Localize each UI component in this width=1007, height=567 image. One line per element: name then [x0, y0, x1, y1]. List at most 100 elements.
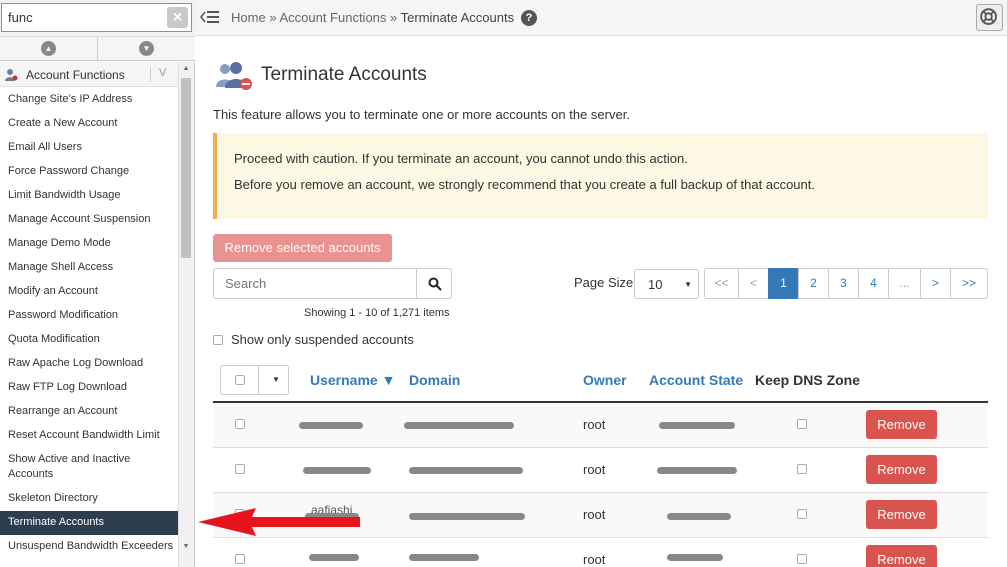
pagination-prev[interactable]: < — [738, 268, 769, 299]
sidebar-item-shell-access[interactable]: Manage Shell Access — [0, 256, 178, 280]
page-description: This feature allows you to terminate one… — [213, 107, 630, 122]
column-keep-dns: Keep DNS Zone — [755, 372, 861, 388]
collapse-up-icon[interactable]: ▲ — [41, 41, 56, 56]
row-owner: root — [583, 507, 606, 522]
warning-line-2: Before you remove an account, we strongl… — [234, 177, 815, 192]
sidebar-search-area: × — [0, 0, 195, 37]
sidebar-item-create-account[interactable]: Create a New Account — [0, 112, 178, 136]
sidebar-item-reset-bandwidth[interactable]: Reset Account Bandwidth Limit — [0, 424, 178, 448]
expand-down-icon[interactable]: ▼ — [139, 41, 154, 56]
redacted-domain — [404, 422, 514, 429]
sidebar-item-email-users[interactable]: Email All Users — [0, 136, 178, 160]
user-icon — [5, 69, 18, 81]
show-suspended-label[interactable]: Show only suspended accounts — [231, 332, 414, 347]
sidebar-scroll-thumb[interactable] — [181, 78, 191, 258]
redacted-state — [667, 554, 723, 561]
sidebar-item-manage-suspension[interactable]: Manage Account Suspension — [0, 208, 178, 232]
pagination-page-1[interactable]: 1 — [768, 268, 799, 299]
row-checkbox[interactable] — [235, 464, 245, 474]
row-owner: root — [583, 417, 606, 432]
sidebar-item-modify-account[interactable]: Modify an Account — [0, 280, 178, 304]
column-domain[interactable]: Domain — [409, 372, 460, 388]
sidebar-item-demo-mode[interactable]: Manage Demo Mode — [0, 232, 178, 256]
table-search-input[interactable] — [214, 269, 404, 298]
redacted-username — [303, 467, 371, 474]
sidebar-item-show-accounts[interactable]: Show Active and Inactive Accounts — [0, 448, 178, 487]
sidebar-item-password-modification[interactable]: Password Modification — [0, 304, 178, 328]
annotation-arrow-icon — [198, 508, 360, 536]
remove-button[interactable]: Remove — [866, 545, 937, 567]
row-owner: root — [583, 552, 606, 567]
nav-divider — [97, 37, 98, 61]
sidebar-item-unsuspend-bandwidth[interactable]: Unsuspend Bandwidth Exceeders — [0, 535, 178, 559]
redacted-state — [667, 513, 731, 520]
table-search-button[interactable] — [416, 268, 452, 299]
category-header[interactable]: Account Functions V — [0, 62, 178, 87]
column-owner[interactable]: Owner — [583, 372, 627, 388]
pagination-first[interactable]: << — [704, 268, 739, 299]
pagination-page-3[interactable]: 3 — [828, 268, 859, 299]
category-label: Account Functions — [26, 68, 125, 82]
pagination-page-2[interactable]: 2 — [798, 268, 829, 299]
pagination-ellipsis: ... — [888, 268, 921, 299]
page-size-select[interactable]: 10 ▼ — [634, 269, 699, 299]
lifebuoy-icon[interactable] — [976, 4, 1003, 31]
keep-dns-checkbox[interactable] — [797, 509, 807, 519]
chevron-down-icon[interactable]: ▼ — [272, 375, 280, 384]
warning-callout: Proceed with caution. If you terminate a… — [213, 133, 988, 219]
pagination-next[interactable]: > — [920, 268, 951, 299]
sidebar-item-quota-modification[interactable]: Quota Modification — [0, 328, 178, 352]
select-all-split — [258, 366, 259, 394]
select-all-dropdown[interactable]: ▼ — [220, 365, 289, 395]
redacted-username — [299, 422, 363, 429]
column-username[interactable]: Username ▼ — [310, 372, 395, 388]
sidebar-item-rearrange-account[interactable]: Rearrange an Account — [0, 400, 178, 424]
sidebar-search-input[interactable] — [2, 4, 162, 31]
pagination-last[interactable]: >> — [950, 268, 988, 299]
redacted-username — [309, 554, 359, 561]
redacted-state — [657, 467, 737, 474]
chevron-down-icon[interactable]: V — [159, 67, 166, 79]
remove-button[interactable]: Remove — [866, 455, 937, 484]
keep-dns-checkbox[interactable] — [797, 554, 807, 564]
items-count: Showing 1 - 10 of 1,271 items — [304, 307, 450, 319]
sidebar-item-force-password[interactable]: Force Password Change — [0, 160, 178, 184]
page-size-label: Page Size — [574, 275, 634, 290]
keep-dns-checkbox[interactable] — [797, 464, 807, 474]
remove-selected-button[interactable]: Remove selected accounts — [213, 234, 392, 262]
menu-toggle-icon[interactable] — [200, 9, 220, 25]
clear-icon[interactable]: × — [167, 7, 188, 28]
redacted-domain — [409, 513, 525, 520]
pagination-page-4[interactable]: 4 — [858, 268, 889, 299]
row-checkbox[interactable] — [235, 554, 245, 564]
category-separator — [150, 67, 151, 82]
row-checkbox[interactable] — [235, 419, 245, 429]
sidebar-item-limit-bandwidth[interactable]: Limit Bandwidth Usage — [0, 184, 178, 208]
show-suspended-checkbox[interactable] — [213, 335, 223, 345]
breadcrumb-home[interactable]: Home — [231, 10, 266, 25]
sidebar-search-box: × — [1, 3, 192, 32]
sidebar-item-skeleton-directory[interactable]: Skeleton Directory — [0, 487, 178, 511]
scroll-down-icon[interactable]: ▼ — [181, 542, 191, 552]
sidebar-item-apache-log[interactable]: Raw Apache Log Download — [0, 352, 178, 376]
column-account-state[interactable]: Account State — [649, 372, 743, 388]
breadcrumb-separator: » — [390, 10, 398, 25]
sidebar-item-terminate-accounts[interactable]: Terminate Accounts — [0, 511, 178, 535]
scroll-up-icon[interactable]: ▲ — [181, 64, 191, 74]
breadcrumb: Home » Account Functions » Terminate Acc… — [231, 10, 514, 25]
breadcrumb-section[interactable]: Account Functions — [279, 10, 386, 25]
sidebar-item-change-ip[interactable]: Change Site’s IP Address — [0, 88, 178, 112]
remove-button[interactable]: Remove — [866, 410, 937, 439]
remove-button[interactable]: Remove — [866, 500, 937, 529]
row-owner: root — [583, 462, 606, 477]
select-all-checkbox[interactable] — [235, 375, 245, 385]
help-icon[interactable]: ? — [521, 10, 537, 26]
main-content: Terminate Accounts This feature allows y… — [195, 37, 1007, 567]
sidebar-menu: Change Site’s IP Address Create a New Ac… — [0, 88, 178, 559]
redacted-domain — [409, 554, 479, 561]
warning-line-1: Proceed with caution. If you terminate a… — [234, 151, 688, 166]
sidebar-item-ftp-log[interactable]: Raw FTP Log Download — [0, 376, 178, 400]
search-icon — [428, 277, 442, 291]
keep-dns-checkbox[interactable] — [797, 419, 807, 429]
page-size-value: 10 — [648, 277, 663, 292]
